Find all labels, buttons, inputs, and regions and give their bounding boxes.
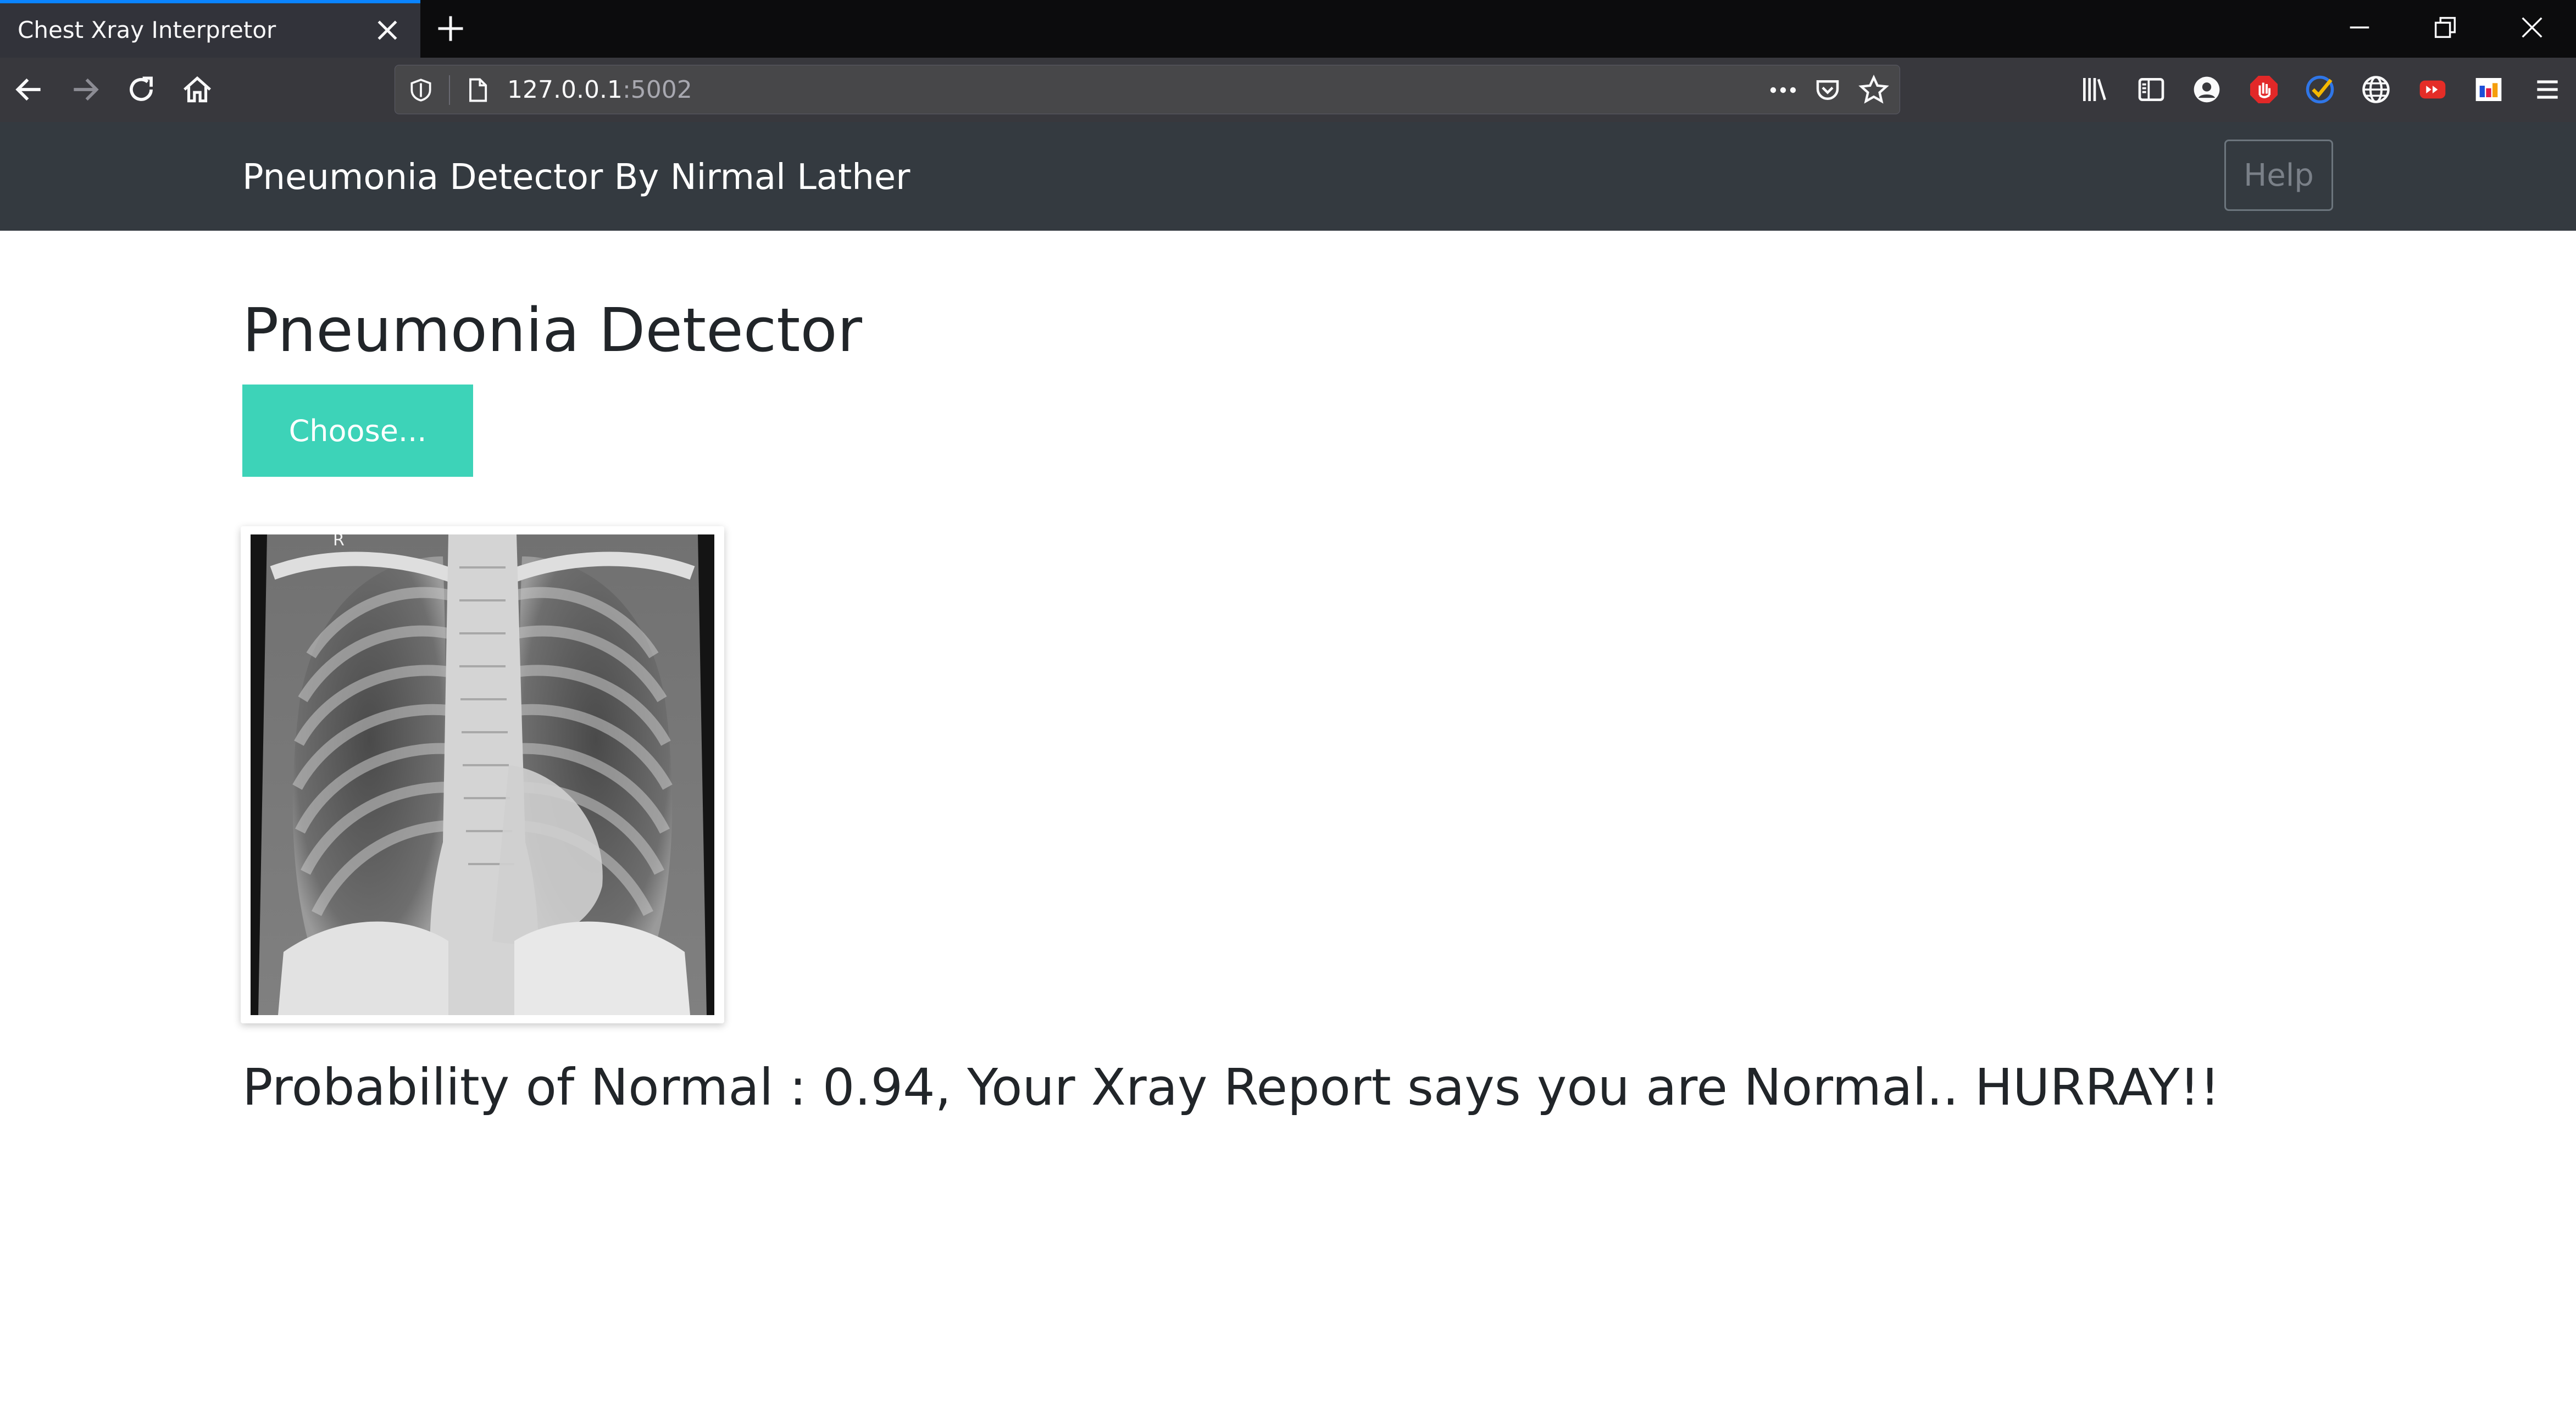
xray-image-preview: R: [241, 526, 724, 1023]
url-host: 127.0.0.1: [507, 76, 623, 104]
sidebar-icon[interactable]: [2135, 74, 2167, 105]
choose-file-button[interactable]: Choose...: [242, 385, 473, 477]
browser-tab[interactable]: Chest Xray Interpretor: [0, 0, 420, 58]
site-navbar: Pneumonia Detector By Nirmal Lather Help: [0, 122, 2576, 231]
tab-title: Chest Xray Interpretor: [18, 16, 276, 43]
back-arrow-icon[interactable]: [12, 73, 46, 107]
plus-icon[interactable]: [434, 12, 467, 45]
adblock-icon[interactable]: [2247, 73, 2280, 106]
url-text[interactable]: 127.0.0.1:5002: [507, 76, 692, 104]
star-icon[interactable]: [1858, 74, 1890, 106]
window-close-icon[interactable]: [2518, 13, 2546, 42]
xray-side-marker: R: [333, 534, 345, 550]
globe-icon[interactable]: [2360, 73, 2392, 106]
checkmark-extension-icon[interactable]: [2303, 73, 2336, 106]
home-icon[interactable]: [180, 73, 214, 107]
forward-arrow-icon[interactable]: [68, 73, 102, 107]
restore-icon[interactable]: [2431, 13, 2460, 42]
close-icon[interactable]: [373, 15, 402, 45]
menu-icon[interactable]: [2532, 74, 2563, 105]
address-separator: [449, 75, 450, 105]
library-icon[interactable]: [2078, 74, 2111, 105]
page-icon[interactable]: [463, 75, 492, 105]
browser-tab-bar: Chest Xray Interpretor: [0, 0, 2576, 58]
help-button[interactable]: Help: [2224, 140, 2333, 211]
address-bar[interactable]: 127.0.0.1:5002: [395, 65, 1900, 114]
video-extension-icon[interactable]: [2416, 74, 2450, 105]
reload-icon[interactable]: [124, 73, 158, 107]
pocket-icon[interactable]: [1813, 75, 1842, 105]
prediction-result-text: Probability of Normal : 0.94, Your Xray …: [242, 1058, 2220, 1117]
navbar-brand[interactable]: Pneumonia Detector By Nirmal Lather: [242, 157, 910, 198]
browser-nav-bar: 127.0.0.1:5002: [0, 58, 2576, 122]
chest-xray-image: R: [251, 534, 714, 1015]
more-icon[interactable]: [1767, 77, 1800, 103]
shield-icon[interactable]: [407, 76, 435, 104]
account-icon[interactable]: [2191, 74, 2222, 105]
page-title: Pneumonia Detector: [242, 295, 862, 365]
minimize-icon[interactable]: [2345, 13, 2374, 42]
flag-extension-icon[interactable]: [2473, 74, 2505, 105]
url-port: :5002: [622, 76, 692, 104]
